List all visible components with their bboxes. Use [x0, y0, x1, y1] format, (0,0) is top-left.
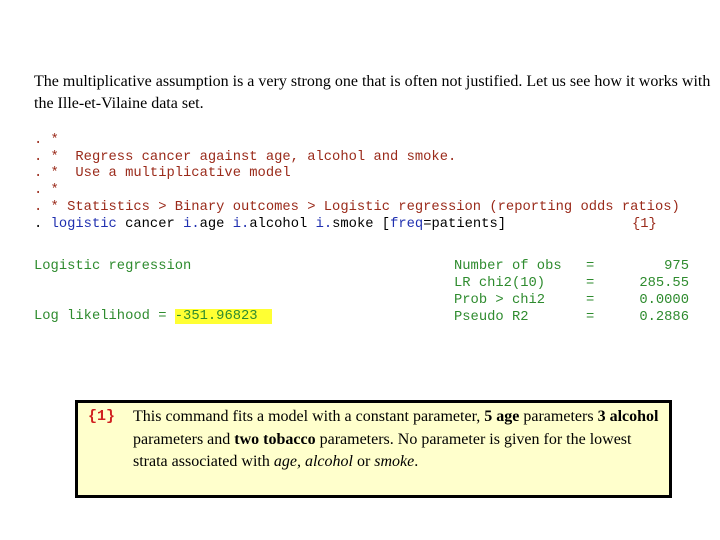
italic-text: age, alcohol: [273, 453, 353, 470]
stat-equals: =: [586, 310, 595, 325]
stat-label: Prob > chi2: [454, 293, 546, 308]
bold-text: 5 age: [484, 408, 520, 425]
text: This command fits a model with a constan…: [133, 408, 485, 425]
comment-line: . *: [34, 183, 59, 198]
comment-line: . * Statistics > Binary outcomes > Logis…: [34, 200, 680, 215]
text: parameters: [519, 408, 598, 425]
bold-text: two tobacco: [234, 430, 316, 448]
command-token: =patients]: [423, 217, 507, 232]
log-likelihood: Log likelihood = -351.96823: [34, 308, 272, 325]
command-token: logistic: [50, 217, 117, 232]
stat-equals: =: [586, 293, 595, 308]
stat-label: Pseudo R2: [454, 310, 529, 325]
command-token: i.: [315, 217, 333, 232]
command-token: cancer: [116, 217, 184, 232]
log-likelihood-value: -351.96823: [174, 309, 272, 324]
text: or: [352, 453, 375, 470]
stat-equals: =: [586, 276, 595, 291]
italic-text: smoke: [374, 453, 415, 470]
comment-line: . *: [34, 133, 59, 148]
command-token: i.: [232, 217, 250, 232]
footnote-box: {1} This command fits a model with a con…: [75, 400, 672, 498]
command-token: freq: [390, 217, 424, 232]
note-reference: {1}: [632, 217, 657, 232]
intro-paragraph: The multiplicative assumption is a very …: [34, 73, 711, 112]
command-line: . logistic cancer i.age i.alcohol i.smok…: [34, 216, 506, 233]
comment-line: . * Regress cancer against age, alcohol …: [34, 150, 457, 165]
output-title: Logistic regression: [34, 259, 192, 274]
stat-label: LR chi2(10): [454, 276, 546, 291]
text: .: [414, 453, 419, 470]
stat-label: Number of obs: [454, 259, 562, 274]
stat-value: 0.0000: [639, 293, 689, 308]
stat-equals: =: [586, 259, 595, 274]
stat-value: 0.2886: [639, 310, 689, 325]
text: parameters and: [133, 430, 235, 448]
bold-text: 3 alcohol: [597, 408, 659, 425]
comment-line: . * Use a multiplicative model: [34, 166, 291, 181]
log-likelihood-label: Log likelihood =: [34, 309, 175, 324]
prompt: .: [34, 217, 51, 232]
command-token: smoke [: [332, 217, 391, 232]
footnote-number: {1}: [88, 408, 116, 425]
command-token: age: [199, 217, 233, 232]
command-token: alcohol: [249, 217, 316, 232]
command-token: i.: [183, 217, 200, 232]
stat-value: 285.55: [639, 276, 689, 291]
stat-value: 975: [664, 259, 689, 274]
footnote-text: This command fits a model with a constan…: [133, 406, 668, 474]
